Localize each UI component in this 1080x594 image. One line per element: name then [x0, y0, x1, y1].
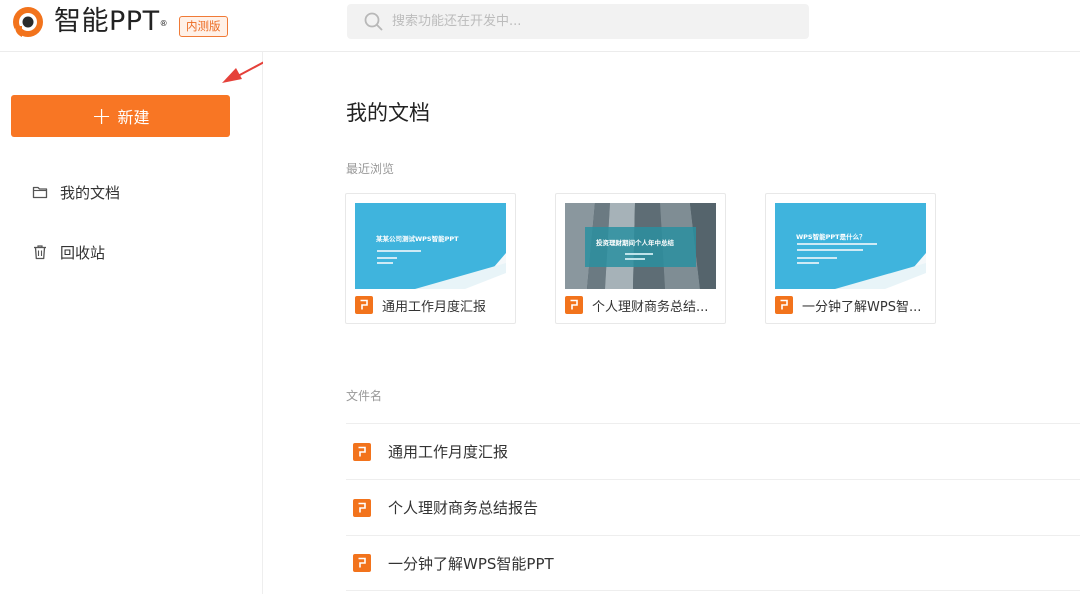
file-name: 通用工作月度汇报 [388, 443, 509, 461]
page-title: 我的文档 [346, 101, 430, 125]
ppt-file-icon [775, 296, 793, 314]
document-thumbnail: 投资理财期间个人年中总结 [565, 203, 716, 289]
sidebar-item-label: 回收站 [60, 243, 106, 262]
thumbnail-headline: 投资理财期间个人年中总结 [596, 239, 674, 247]
card-title: 通用工作月度汇报 [382, 299, 487, 315]
recent-card[interactable]: 某某公司测试WPS智能PPT 通用工作月度汇报 [345, 193, 516, 324]
ppt-file-icon [353, 442, 371, 461]
registered-mark: ® [159, 19, 169, 28]
file-name: 个人理财商务总结报告 [388, 499, 539, 517]
beta-badge: 内测版 [179, 16, 228, 37]
ppt-file-icon [355, 296, 373, 314]
sidebar-item-recycle-bin[interactable]: 回收站 [32, 241, 105, 263]
card-title: 一分钟了解WPS智... [802, 299, 922, 315]
document-thumbnail: WPS智能PPT是什么？ [775, 203, 926, 289]
main-content: 我的文档 最近浏览 某某公司测试WPS智能PPT 通用工作月度汇报 投资理财期间… [264, 52, 1080, 594]
file-name: 一分钟了解WPS智能PPT [388, 554, 554, 573]
file-list-row[interactable]: 一分钟了解WPS智能PPT [346, 535, 1080, 591]
sidebar-item-label: 我的文档 [60, 183, 121, 202]
search-input[interactable] [392, 4, 792, 39]
file-name-column-header: 文件名 [346, 389, 383, 403]
recent-section-label: 最近浏览 [346, 162, 395, 176]
search-bar[interactable] [347, 4, 809, 39]
sidebar-item-my-documents[interactable]: 我的文档 [32, 181, 120, 203]
file-list-row[interactable]: 个人理财商务总结报告 [346, 479, 1080, 535]
thumbnail-headline: 某某公司测试WPS智能PPT [376, 235, 459, 243]
card-caption: 个人理财商务总结... [565, 295, 721, 315]
thumbnail-headline: WPS智能PPT是什么？ [796, 233, 866, 241]
ppt-file-icon [353, 554, 371, 572]
document-thumbnail: 某某公司测试WPS智能PPT [355, 203, 506, 289]
recent-card[interactable]: WPS智能PPT是什么？ 一分钟了解WPS智... [765, 193, 936, 324]
card-title: 个人理财商务总结... [592, 299, 709, 315]
card-caption: 一分钟了解WPS智... [775, 295, 931, 315]
sidebar: + 新建 我的文档 回收站 [0, 52, 263, 594]
search-icon [364, 12, 383, 31]
file-list-row[interactable]: 通用工作月度汇报 [346, 423, 1080, 479]
new-button-label: 新建 [117, 108, 150, 127]
app-name: 智能PPT® [54, 6, 169, 37]
app-logo-icon [13, 7, 43, 38]
card-caption: 通用工作月度汇报 [355, 295, 511, 315]
new-document-button[interactable]: + 新建 [11, 95, 230, 137]
ppt-file-icon [353, 498, 371, 517]
top-bar: 智能PPT® 内测版 [0, 0, 1080, 52]
ppt-file-icon [565, 296, 583, 314]
trash-icon [34, 245, 46, 260]
recent-card[interactable]: 投资理财期间个人年中总结 个人理财商务总结... [555, 193, 726, 324]
plus-icon: + [91, 102, 112, 130]
folder-icon [32, 186, 48, 199]
